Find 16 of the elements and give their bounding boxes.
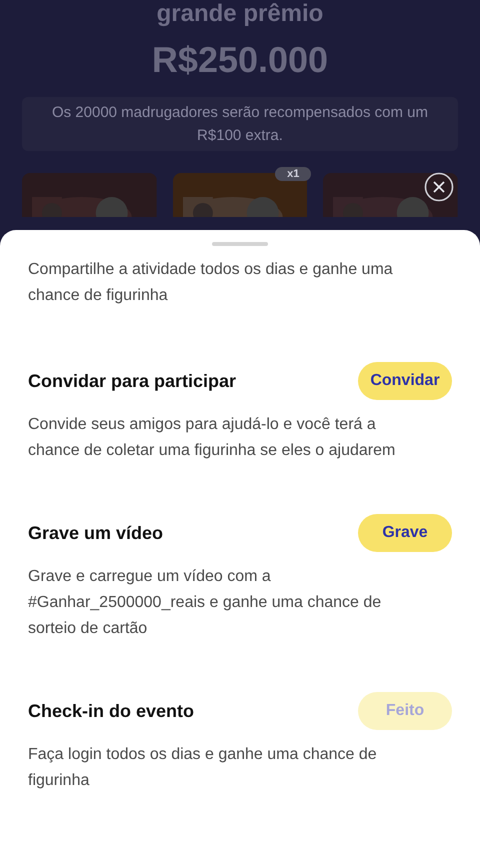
task-description: Convide seus amigos para ajudá-lo e você terá a chance de coletar uma figurinha se eles o ajudarem xyxy=(28,415,396,461)
intro-text: Compartilhe a atividade todos os dias e ganhe uma chance de figurinha xyxy=(28,260,394,306)
close-icon xyxy=(424,172,454,202)
task-description: Faça login todos os dias e ganhe uma chance de figurinha xyxy=(28,745,378,791)
heading: grande prêmio xyxy=(156,1,324,27)
task-title: Convidar para participar xyxy=(28,370,236,392)
task-button[interactable]: Convidar xyxy=(358,362,452,400)
task-button[interactable]: Grave xyxy=(358,514,452,552)
task-description: Grave e carregue um vídeo com a #Ganhar_2500000_reais e ganhe uma chance de sorteio de cartão xyxy=(28,567,382,639)
close-button[interactable] xyxy=(424,172,454,202)
prize-amount: R$250.000 xyxy=(152,39,328,81)
task-title: Check-in do evento xyxy=(28,700,194,722)
task-title: Grave um vídeo xyxy=(28,522,164,544)
count-badge: x1 xyxy=(275,167,312,181)
drag-handle[interactable] xyxy=(212,242,268,246)
banner: Os 20000 madrugadores serão recompensados com um R$100 extra. xyxy=(22,97,458,151)
